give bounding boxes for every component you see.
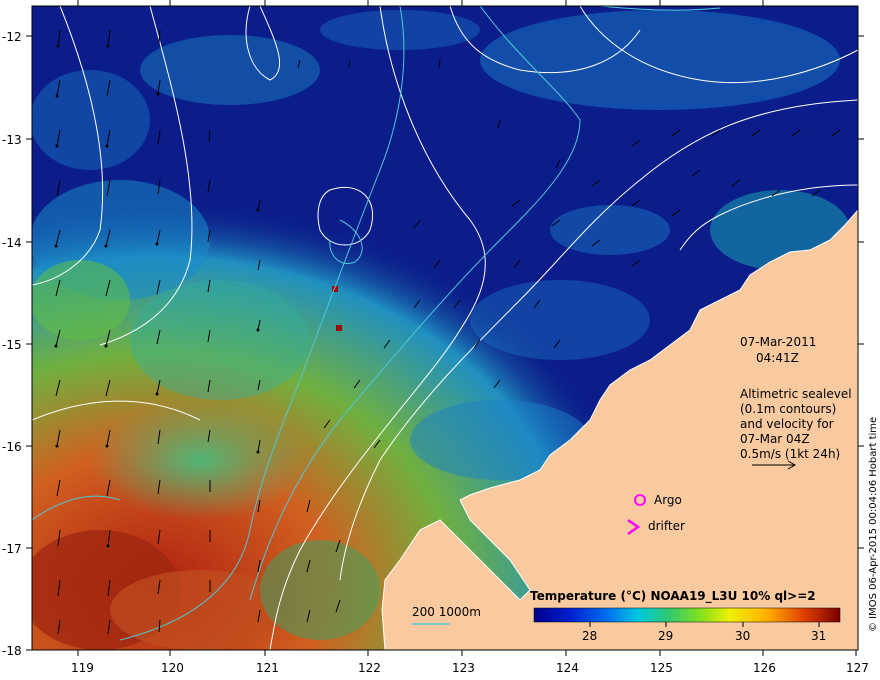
- colorbar-tick-label: 28: [582, 629, 597, 643]
- lon-tick-label: 123: [452, 661, 475, 675]
- lat-tick-label: -13: [2, 133, 22, 147]
- time-label: 04:41Z: [756, 351, 799, 365]
- lon-tick-label: 125: [650, 661, 673, 675]
- info-line: 0.5m/s (1kt 24h): [740, 447, 840, 461]
- lat-tick-label: -12: [2, 30, 22, 44]
- lat-tick-label: -18: [2, 644, 22, 658]
- lat-tick-label: -14: [2, 236, 22, 250]
- colorbar-tick-label: 30: [735, 629, 750, 643]
- lon-tick-label: 121: [256, 661, 279, 675]
- sst-map: 119 120 121 122 123 124 125 126 127 -12 …: [2, 0, 879, 675]
- lon-tick-label: 127: [846, 661, 869, 675]
- colorbar-title: Temperature (°C) NOAA19_L3U 10% ql>=2: [530, 589, 816, 604]
- colorbar: [533, 607, 841, 623]
- info-line: (0.1m contours): [740, 402, 836, 416]
- info-line: and velocity for: [740, 417, 834, 431]
- lon-tick-label: 120: [161, 661, 184, 675]
- lat-tick-label: -16: [2, 440, 22, 454]
- argo-label: Argo: [654, 493, 682, 507]
- date-label: 07-Mar-2011: [740, 335, 816, 349]
- colorbar-tick-label: 29: [658, 629, 673, 643]
- lon-tick-label: 122: [358, 661, 381, 675]
- lon-tick-label: 126: [753, 661, 776, 675]
- lon-tick-label: 119: [71, 661, 94, 675]
- lon-tick-label: 124: [556, 661, 579, 675]
- copyright-label: © IMOS 06-Apr-2015 00:04:06 Hobart time: [868, 417, 879, 632]
- info-line: 07-Mar 04Z: [740, 432, 810, 446]
- lat-tick-label: -17: [2, 542, 22, 556]
- lat-tick-label: -15: [2, 338, 22, 352]
- colorbar-tick-label: 31: [811, 629, 826, 643]
- drifter-label: drifter: [648, 519, 685, 533]
- info-line: Altimetric sealevel: [740, 387, 852, 401]
- depth-legend-label: 200 1000m: [412, 605, 481, 619]
